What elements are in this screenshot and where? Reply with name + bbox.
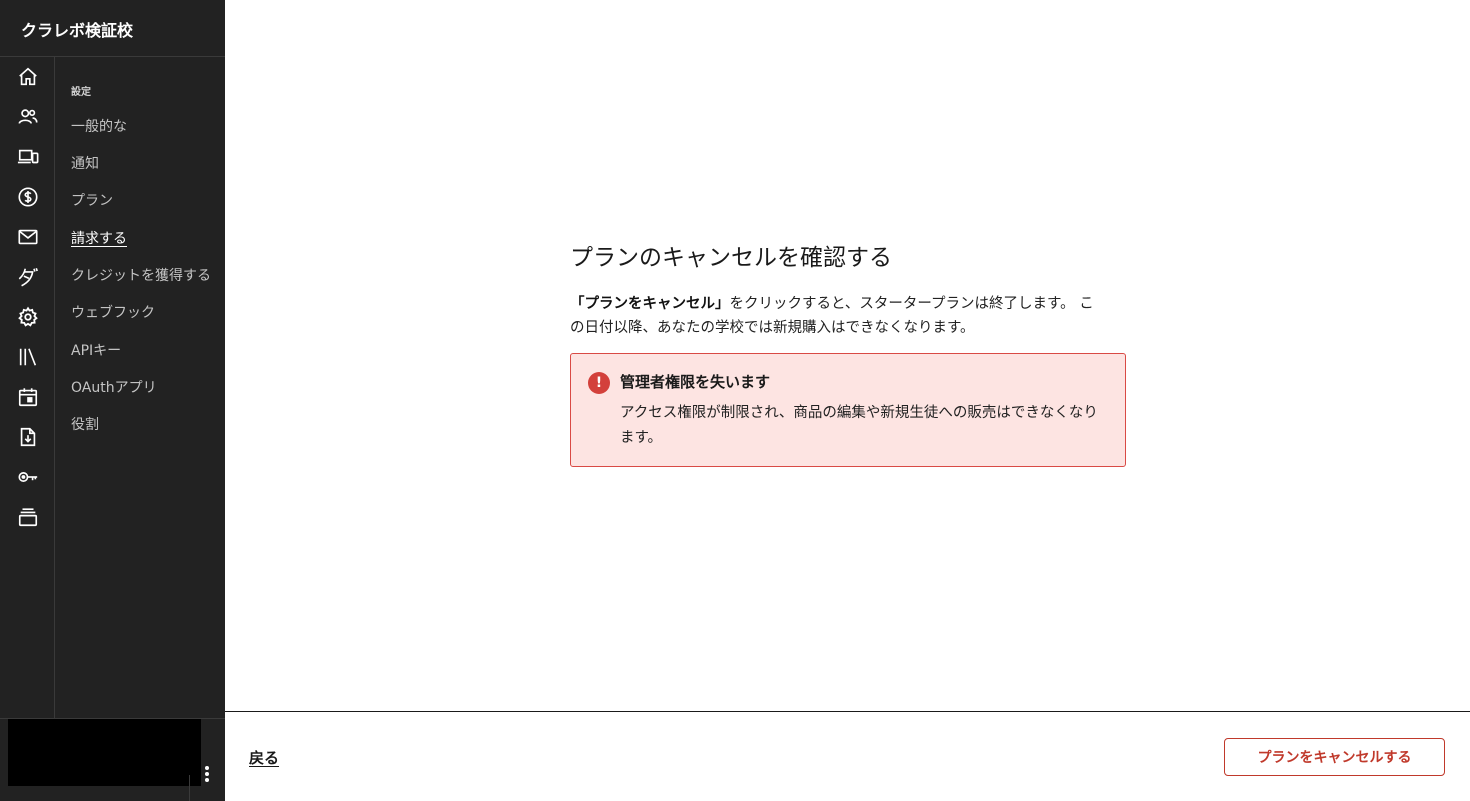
- submenu-item-webhooks[interactable]: ウェブフック: [71, 302, 155, 322]
- account-divider: [189, 775, 190, 801]
- calendar-icon[interactable]: [14, 383, 42, 411]
- submenu-item-oauth-apps[interactable]: OAuthアプリ: [71, 377, 157, 397]
- more-options-icon[interactable]: [200, 763, 214, 785]
- school-header: クラレボ検証校: [0, 0, 225, 57]
- download-icon[interactable]: [14, 423, 42, 451]
- submenu-item-api-keys[interactable]: APIキー: [71, 340, 121, 360]
- submenu-item-general[interactable]: 一般的な: [71, 116, 127, 136]
- icon-rail: [0, 57, 55, 718]
- submenu-item-plan[interactable]: プラン: [71, 190, 113, 210]
- submenu-item-billing[interactable]: 請求する: [71, 228, 127, 248]
- dialog-title: プランのキャンセルを確認する: [570, 245, 892, 271]
- alert-text: アクセス権限が制限され、商品の編集や新規生徒への販売はできなくなります。: [620, 405, 1098, 446]
- library-icon[interactable]: [14, 343, 42, 371]
- devices-icon[interactable]: [14, 143, 42, 171]
- sidebar: クラレボ検証校 設定 一般的な 通知 プラン 請求する クレジットを獲得する ウ…: [0, 0, 225, 801]
- users-icon[interactable]: [14, 103, 42, 131]
- account-area: [0, 718, 225, 801]
- submenu-item-roles[interactable]: 役割: [71, 414, 99, 434]
- warning-alert: ! 管理者権限を失います アクセス権限が制限され、商品の編集や新規生徒への販売は…: [570, 353, 1126, 467]
- cancel-plan-dialog: プランのキャンセルを確認する 「プランをキャンセル」をクリックすると、スターター…: [570, 240, 1126, 467]
- back-link[interactable]: 戻る: [249, 747, 279, 768]
- mail-icon[interactable]: [14, 223, 42, 251]
- cancel-plan-button[interactable]: プランをキャンセルする: [1224, 738, 1445, 776]
- main-content: プランのキャンセルを確認する 「プランをキャンセル」をクリックすると、スターター…: [225, 0, 1470, 711]
- alert-exclamation-icon: !: [588, 372, 610, 394]
- dialog-body-strong: 「プランをキャンセル」: [570, 296, 730, 312]
- stack-icon[interactable]: [14, 503, 42, 531]
- alert-title: 管理者権限を失います: [620, 373, 771, 391]
- dollar-icon[interactable]: [14, 183, 42, 211]
- gear-icon[interactable]: [14, 303, 42, 331]
- katakana-da-icon[interactable]: [14, 263, 42, 291]
- account-redacted-block: [8, 719, 201, 786]
- dialog-footer: 戻る プランをキャンセルする: [225, 711, 1470, 801]
- key-icon[interactable]: [14, 463, 42, 491]
- submenu-heading: 設定: [71, 87, 91, 98]
- settings-submenu: 設定 一般的な 通知 プラン 請求する クレジットを獲得する ウェブフック AP…: [55, 57, 225, 718]
- submenu-item-notifications[interactable]: 通知: [71, 153, 99, 173]
- home-icon[interactable]: [14, 63, 42, 91]
- submenu-item-earn-credits[interactable]: クレジットを獲得する: [71, 265, 211, 285]
- school-name[interactable]: クラレボ検証校: [21, 17, 133, 41]
- dialog-body: 「プランをキャンセル」をクリックすると、スタータープランは終了します。 この日付…: [570, 292, 1105, 340]
